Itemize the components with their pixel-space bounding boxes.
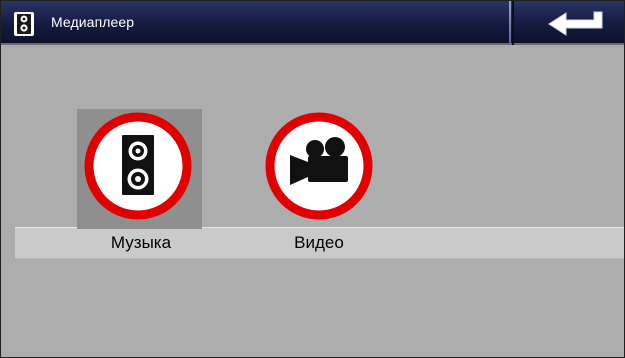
menu-item-video[interactable]: Видео (249, 109, 389, 259)
back-button[interactable] (514, 1, 624, 45)
title-bar: Медиаплеер (1, 1, 624, 45)
movie-camera-icon (265, 112, 373, 220)
menu-item-music[interactable]: Музыка (71, 109, 211, 259)
media-player-screen: Медиаплеер Музыка Видео (0, 0, 625, 358)
window-title: Медиаплеер (51, 14, 135, 30)
menu-item-video-label: Видео (294, 233, 344, 252)
menu-item-music-label: Музыка (110, 233, 172, 252)
return-arrow-icon (548, 11, 603, 36)
speaker-app-icon (14, 12, 34, 36)
speaker-icon (84, 112, 192, 220)
title-divider (509, 1, 511, 45)
